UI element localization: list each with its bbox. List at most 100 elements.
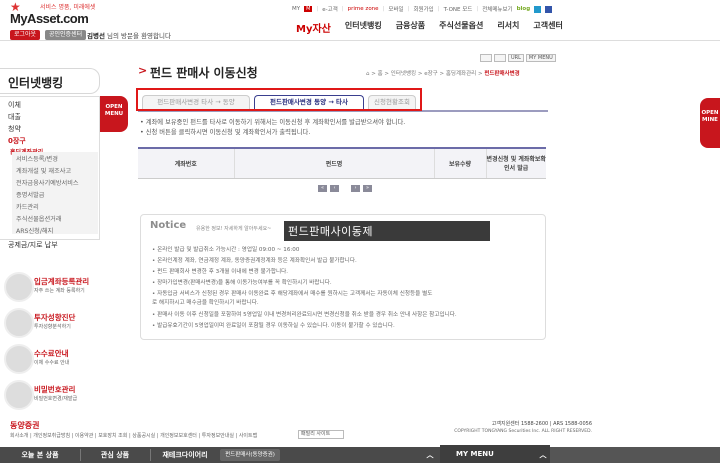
my-menu-button[interactable]: MY MENU bbox=[525, 54, 556, 62]
quick-link-account[interactable]: 입금계좌등록관리 자주 쓰는 계좌 등록하기 bbox=[4, 272, 98, 306]
sidebar-item-loan[interactable]: 대출 bbox=[8, 112, 21, 122]
quick-link-title: 입금계좌등록관리 bbox=[34, 277, 90, 286]
quick-link-sub: 자주 쓰는 계좌 등록하기 bbox=[34, 288, 85, 294]
quick-link-password[interactable]: 비밀번호관리 비밀번호변경/재발급 bbox=[4, 380, 98, 414]
breadcrumb-item[interactable]: 홈 bbox=[378, 71, 383, 77]
password-icon bbox=[4, 380, 34, 410]
invest-icon bbox=[4, 308, 34, 338]
submenu-certificate[interactable]: 증명서발급 bbox=[16, 190, 44, 199]
cert-center-button[interactable]: 공인인증센터 bbox=[45, 30, 87, 40]
quick-link-title: 비밀번호관리 bbox=[34, 385, 76, 394]
url-button[interactable]: URL bbox=[508, 54, 524, 62]
notice-item: • 판매사 이동 이후 신청일을 포함하여 5영업일 이내 변경처리완료되시면 … bbox=[152, 312, 457, 318]
breadcrumb-item[interactable]: 인터넷뱅킹 bbox=[391, 71, 416, 77]
col-account-number: 계좌번호 bbox=[138, 147, 234, 179]
breadcrumb-item[interactable]: 홈딩계좌관리 bbox=[446, 71, 476, 77]
my-menu-bar[interactable]: MY MENU bbox=[440, 445, 550, 463]
twitter-icon[interactable] bbox=[534, 5, 542, 13]
notice-subtitle: 유용한 정보! 자세하게 알아두세요~ bbox=[196, 226, 272, 232]
sidebar-item-transfer[interactable]: 이체 bbox=[8, 100, 21, 110]
breadcrumb-home-icon[interactable]: ⌂ bbox=[366, 71, 370, 77]
submenu-card[interactable]: 카드관리 bbox=[16, 202, 39, 211]
footer-logo[interactable]: 동양증권 bbox=[10, 420, 39, 431]
prev-page-button[interactable]: ‹ bbox=[330, 185, 339, 192]
recent-products-button[interactable]: 오늘 본 상품 bbox=[0, 447, 80, 463]
fund-agent-tag[interactable]: 펀드판매사(동양증권) bbox=[220, 449, 280, 461]
breadcrumb: ⌂ > 홈 > 인터넷뱅킹 > e장구 > 홈딩계좌관리 > 펀드판매사변경 bbox=[366, 71, 520, 77]
col-fund-name: 펀드명 bbox=[233, 147, 434, 179]
submenu-account-open[interactable]: 계좌개설 및 재조사고 bbox=[16, 166, 71, 175]
gnb-stocks[interactable]: 주식선물옵션 bbox=[439, 20, 483, 35]
open-menu-label-1: OPEN bbox=[105, 104, 123, 110]
quick-link-title: 수수료안내 bbox=[34, 349, 69, 358]
submenu-service-register[interactable]: 서비스등록/변경 bbox=[16, 154, 58, 163]
notice-item: • 발급유효기간이 5영업일이며 완료일이 포함될 경우 이동하실 수 있습니다… bbox=[152, 323, 395, 329]
gnb-internet-banking[interactable]: 인터넷뱅킹 bbox=[345, 20, 382, 35]
util-ecustomer[interactable]: e-고객 bbox=[322, 5, 338, 13]
welcome-name: 김병선 bbox=[87, 32, 105, 40]
submenu-ars[interactable]: ARS신청/해지 bbox=[16, 226, 53, 235]
first-page-button[interactable]: « bbox=[318, 185, 327, 192]
last-page-button[interactable]: » bbox=[363, 185, 372, 192]
open-mine-tab[interactable]: OPEN MINE bbox=[700, 98, 720, 148]
tabs-highlight-box bbox=[136, 88, 422, 111]
util-tone[interactable]: T-ONE 모드 bbox=[444, 5, 473, 13]
info-note: • 계좌에 보유중인 펀드를 타사로 이동하기 위해서는 이동신청 후 계좌확인… bbox=[140, 119, 406, 126]
notice-item: 로 해지하시고 매수금을 확인하시기 바랍니다. bbox=[152, 300, 259, 306]
util-allmenu[interactable]: 전체메뉴보기 bbox=[482, 5, 512, 13]
page-util-icons: URL MY MENU bbox=[480, 54, 556, 62]
util-join[interactable]: 회원가입 bbox=[413, 5, 433, 13]
my-menu-chevron-icon[interactable]: ︿ bbox=[536, 447, 550, 463]
logout-button[interactable]: 로그아웃 bbox=[10, 30, 41, 40]
quick-link-invest[interactable]: 투자성향진단 투자성향분석하기 bbox=[4, 308, 98, 342]
quick-link-sub: 이체 수수료 안내 bbox=[34, 360, 70, 366]
gnb-my-asset[interactable]: My자산 bbox=[296, 20, 331, 35]
collapse-chevron-icon[interactable]: ︿ bbox=[420, 447, 440, 463]
account-table: 계좌번호 펀드명 보유수량 변경신청 및 계좌확보확인서 발급 bbox=[138, 147, 546, 179]
submenu-fraud-prevention[interactable]: 전자금융사기예방서비스 bbox=[16, 178, 79, 187]
family-site-select[interactable]: 패밀리 사이트 bbox=[298, 430, 344, 439]
bottom-bar-right bbox=[550, 447, 720, 463]
open-menu-tab[interactable]: OPEN MENU bbox=[100, 96, 128, 132]
notice-item: • 자동입금 서비스가 신청된 경우 판매사 이동완료 후 해당계좌에서 매수를… bbox=[152, 291, 433, 297]
gnb-customer-center[interactable]: 고객센터 bbox=[533, 20, 562, 35]
sidebar-submenu: 서비스등록/변경 계좌개설 및 재조사고 전자금융사기예방서비스 증명서발급 카… bbox=[12, 152, 98, 235]
open-menu-label-2: MENU bbox=[104, 111, 124, 117]
notice-title: Notice bbox=[150, 220, 187, 231]
sidebar-item-subscription[interactable]: 청약 bbox=[8, 124, 21, 134]
breadcrumb-item[interactable]: e장구 bbox=[424, 71, 438, 77]
gnb-products[interactable]: 금융상품 bbox=[396, 20, 425, 35]
welcome-text: 님의 방문을 환영합니다 bbox=[107, 32, 171, 40]
util-mobile[interactable]: 모바일 bbox=[388, 5, 403, 13]
sidebar-item-payment[interactable]: 공제금/지로 납부 bbox=[8, 240, 58, 250]
blog-icon[interactable]: blog bbox=[517, 6, 531, 12]
quick-link-sub: 비밀번호변경/재발급 bbox=[34, 396, 78, 402]
open-mine-label-1: OPEN bbox=[701, 110, 719, 116]
zoom-icon[interactable] bbox=[494, 54, 506, 62]
notice-item: • 펀드 판매회사 변경한 후 3개월 이내에 변경 불가합니다. bbox=[152, 269, 289, 275]
logo-slogan: 서비스 명품, 미래에셋 bbox=[40, 4, 96, 11]
print-icon[interactable] bbox=[480, 54, 492, 62]
col-request: 변경신청 및 계좌확보확인서 발급 bbox=[485, 147, 546, 179]
util-primezone[interactable]: prime zone bbox=[348, 6, 379, 12]
welcome-message: 김병선 님의 방문을 환영합니다 bbox=[87, 30, 171, 40]
submenu-futures[interactable]: 주식선물옵션거래 bbox=[16, 214, 62, 223]
next-page-button[interactable]: › bbox=[351, 185, 360, 192]
notice-item: • 온라인계정 계좌, 연금계정 계좌, 동양증권계정계좌 등은 계좌확인서 발… bbox=[152, 258, 357, 264]
finance-diary-button[interactable]: 재테크다이어리 bbox=[150, 447, 220, 463]
quick-link-sub: 투자성향분석하기 bbox=[34, 324, 71, 330]
quick-link-fee[interactable]: 수수료안내 이체 수수료 안내 bbox=[4, 344, 98, 378]
util-my[interactable]: MY bbox=[292, 6, 300, 12]
sidebar-item-account[interactable]: 0장구 bbox=[8, 136, 26, 146]
breadcrumb-current: 펀드판매사변경 bbox=[484, 71, 520, 77]
footer-links[interactable]: 회사소개 | 개인정보취급방침 | 이용약관 | 보호장치 조회 | 상품공시실… bbox=[10, 432, 257, 439]
site-logo[interactable]: MyAsset.com bbox=[10, 11, 89, 26]
interest-products-button[interactable]: 관심 상품 bbox=[80, 447, 150, 463]
facebook-icon[interactable] bbox=[545, 5, 553, 13]
pagination: « ‹ › » bbox=[318, 185, 372, 192]
notice-item: • 온라인 발급 및 발급취소 가능시간 : 영업일 09:00 ~ 16:00 bbox=[152, 247, 300, 253]
gnb-research[interactable]: 리서치 bbox=[497, 20, 519, 35]
quick-link-title: 투자성향진단 bbox=[34, 313, 76, 322]
open-mine-label-2: MINE bbox=[702, 117, 718, 123]
fee-icon bbox=[4, 344, 34, 374]
